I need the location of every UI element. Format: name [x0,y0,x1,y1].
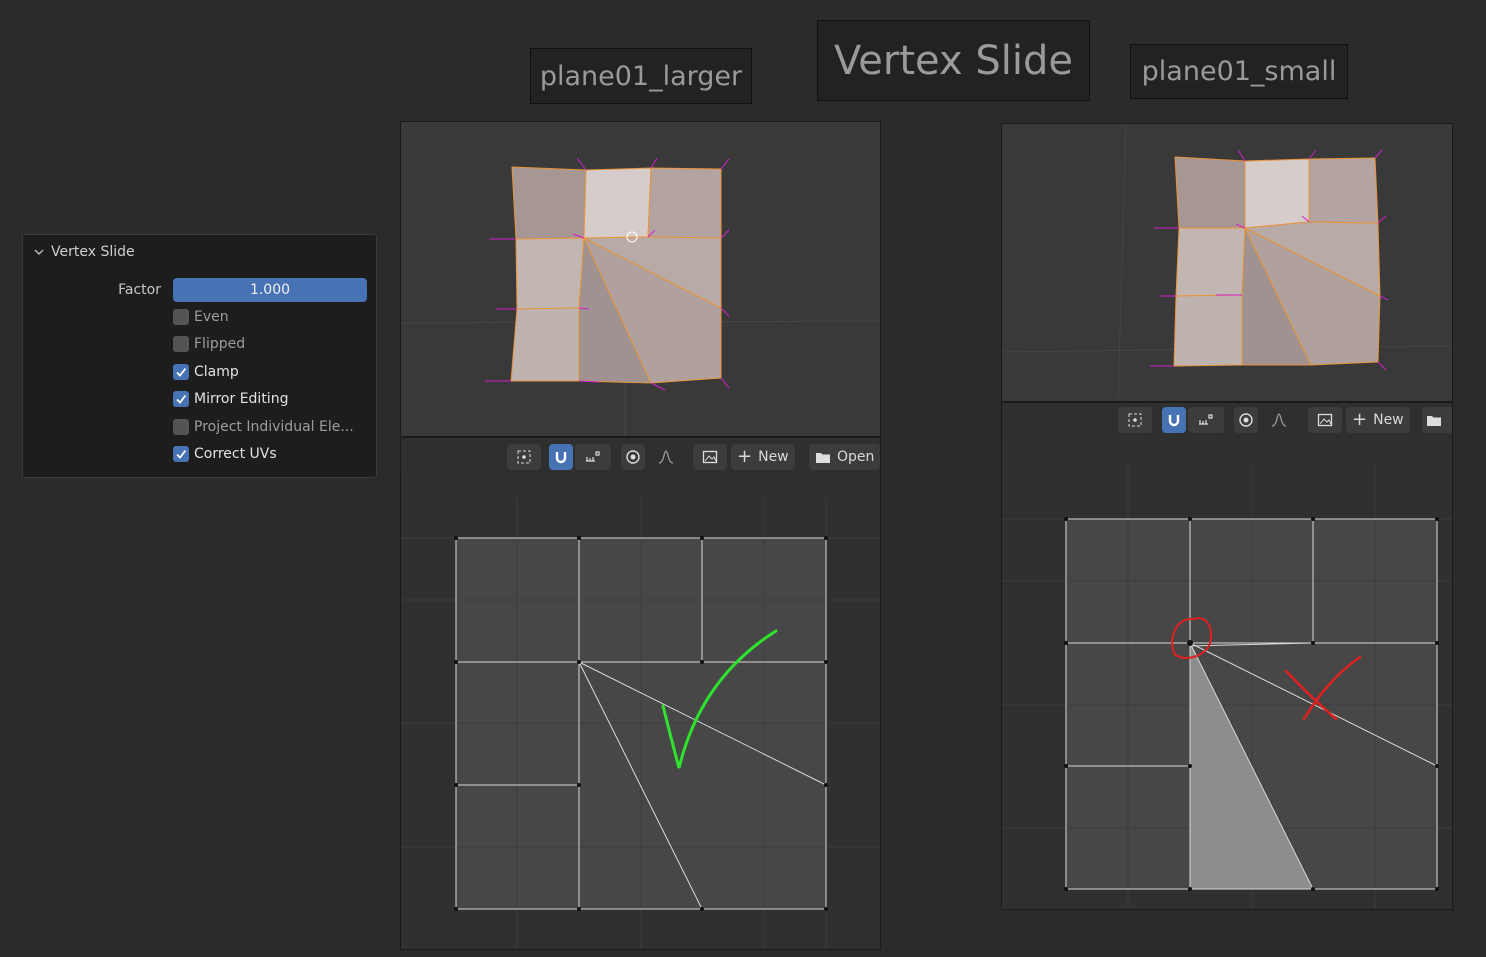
option-correct-uvs-label: Correct UVs [194,446,277,462]
panel-title: Vertex Slide [51,244,135,260]
option-flipped[interactable]: Flipped [173,336,245,352]
viewport-3d-larger[interactable] [400,121,881,437]
option-correct-uvs[interactable]: Correct UVs [173,446,277,462]
checkmark-icon [176,367,187,377]
chevron-down-icon [34,249,44,255]
uv-mesh-larger [401,498,880,949]
option-clamp-label: Clamp [194,364,239,380]
factor-label: Factor [118,282,161,298]
uv-mesh-small [1002,463,1452,909]
mirror-editing-checkbox[interactable] [173,391,189,407]
panel-header[interactable]: Vertex Slide [33,244,135,260]
option-flipped-label: Flipped [194,336,246,352]
even-checkbox[interactable] [173,309,189,325]
label-vertex-slide-title: Vertex Slide [817,20,1090,101]
uv-editor-small[interactable]: + New [1001,402,1453,910]
option-even-label: Even [194,309,229,325]
checkmark-icon [176,449,187,459]
viewport-3d-small[interactable] [1001,123,1453,402]
option-project-individual-label: Project Individual Ele... [194,419,354,435]
option-clamp[interactable]: Clamp [173,364,239,380]
project-individual-checkbox[interactable] [173,419,189,435]
option-even[interactable]: Even [173,309,229,325]
uv-editor-larger[interactable]: + New Open [400,437,881,950]
option-project-individual[interactable]: Project Individual Ele... [173,419,354,435]
flipped-checkbox[interactable] [173,336,189,352]
option-mirror-editing[interactable]: Mirror Editing [173,391,288,407]
vertex-slide-operator-panel: Vertex Slide Factor 1.000 Even Flipped C… [22,234,377,478]
label-plane01-larger: plane01_larger [530,48,752,104]
mesh-3d-larger [401,157,880,436]
checkmark-icon [176,394,187,404]
option-mirror-editing-label: Mirror Editing [194,391,289,407]
factor-field[interactable]: 1.000 [173,278,367,302]
clamp-checkbox[interactable] [173,364,189,380]
mesh-3d-small [1002,124,1452,401]
label-plane01-small: plane01_small [1130,44,1348,99]
correct-uvs-checkbox[interactable] [173,446,189,462]
